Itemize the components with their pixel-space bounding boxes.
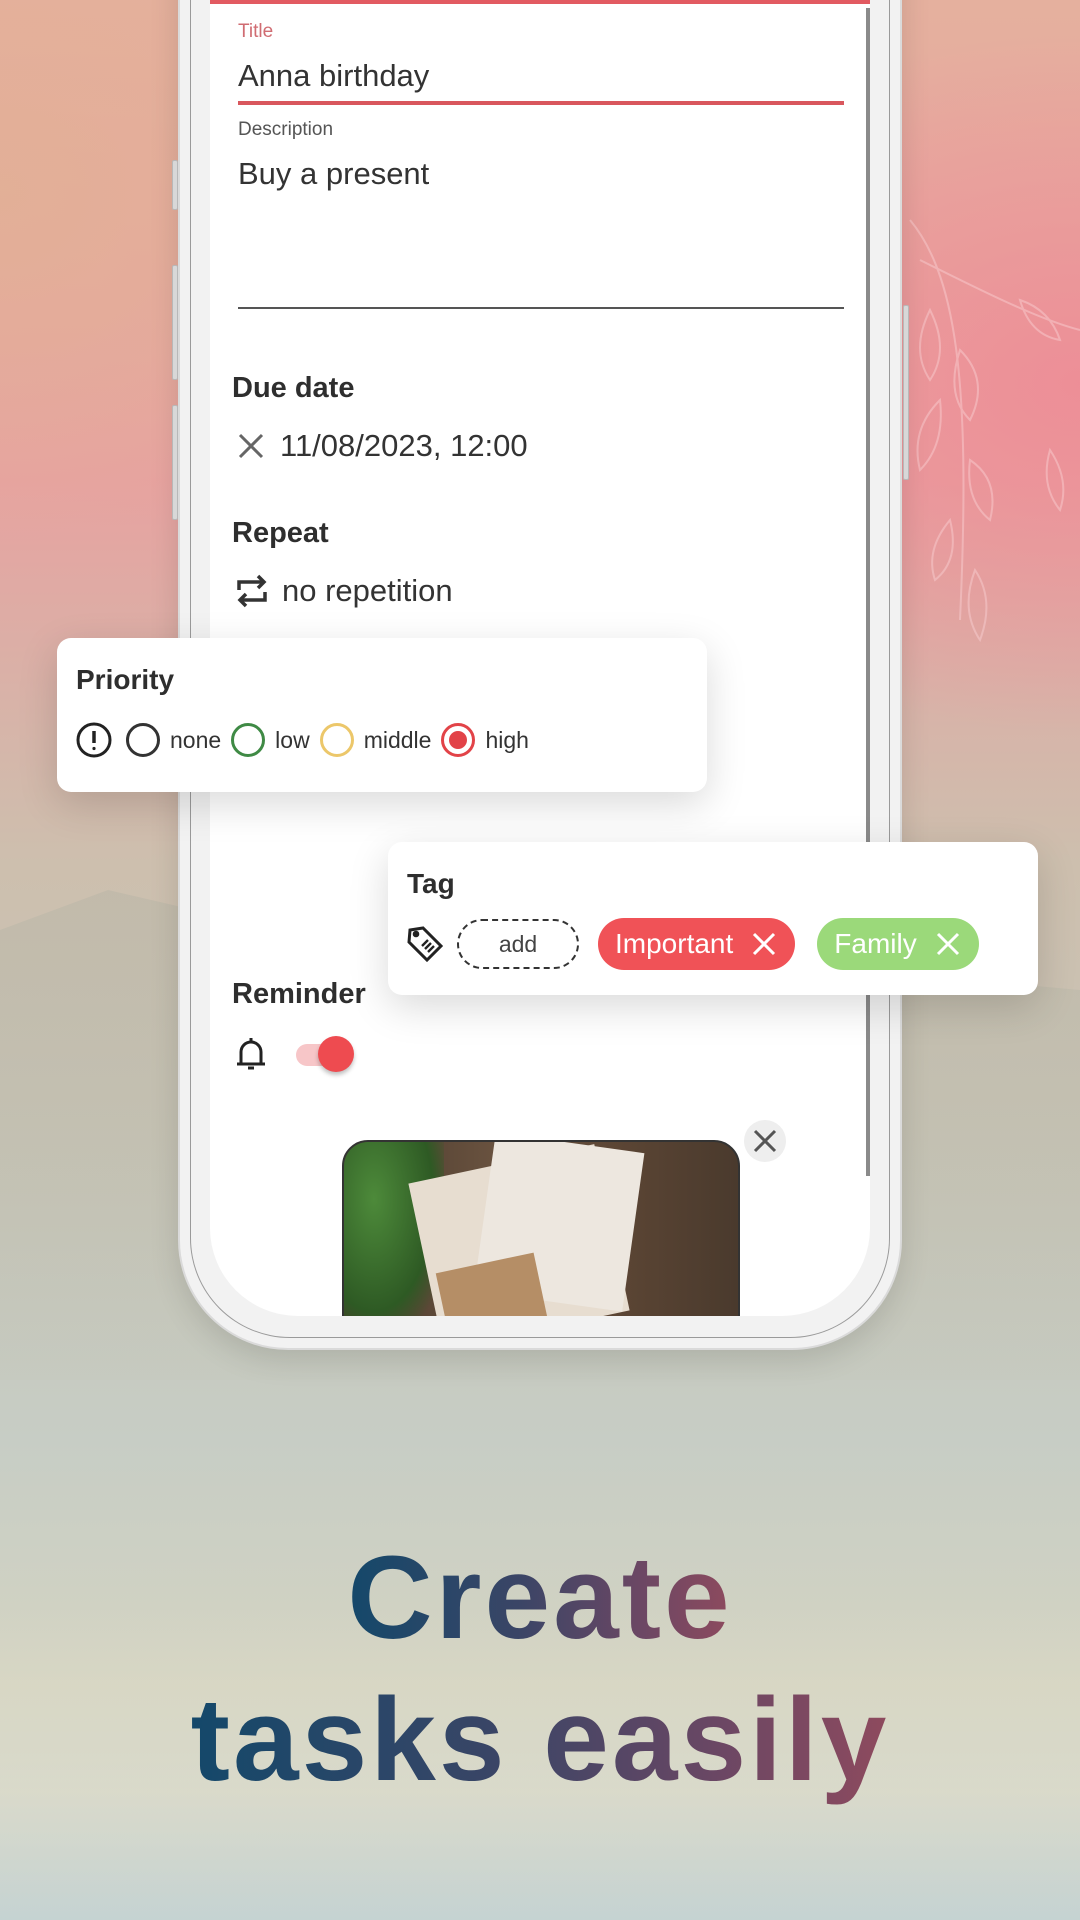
tag-card: Tag add Important Family [388, 842, 1038, 995]
repeat-heading: Repeat [232, 517, 329, 549]
phone-volume-down-button [172, 405, 178, 520]
title-input[interactable]: Anna birthday [238, 58, 429, 94]
priority-radio-middle[interactable] [319, 723, 354, 757]
close-icon [753, 1129, 777, 1153]
bell-icon [234, 1035, 268, 1073]
reminder-row [234, 1034, 356, 1074]
description-input[interactable]: Buy a present [238, 156, 429, 192]
close-icon[interactable] [751, 931, 777, 957]
title-label: Title [238, 21, 274, 42]
repeat-icon [236, 574, 268, 608]
title-underline [238, 101, 844, 105]
remove-attachment-button[interactable] [744, 1120, 786, 1162]
priority-radio-low[interactable] [231, 723, 266, 757]
tag-chip-label: Family [834, 928, 917, 959]
repeat-value[interactable]: no repetition [282, 573, 453, 609]
add-tag-button[interactable]: add [457, 919, 579, 969]
due-date-heading: Due date [232, 372, 355, 404]
priority-label-middle[interactable]: middle [364, 727, 432, 754]
due-date-value[interactable]: 11/08/2023, 12:00 [280, 428, 528, 464]
top-accent-bar [210, 0, 870, 4]
priority-radio-high[interactable] [441, 723, 476, 757]
reminder-heading: Reminder [232, 978, 366, 1010]
tag-chip-important[interactable]: Important [598, 918, 796, 970]
description-underline [238, 307, 844, 309]
priority-alert-icon [76, 722, 112, 758]
priority-card: Priority none low middle high [57, 638, 707, 792]
scrollbar[interactable] [866, 8, 870, 1176]
priority-options: none low middle high [76, 722, 539, 758]
priority-radio-none[interactable] [126, 723, 160, 757]
tag-chip-family[interactable]: Family [817, 918, 979, 970]
priority-label-low[interactable]: low [275, 727, 310, 754]
close-icon[interactable] [236, 431, 266, 461]
phone-power-button [903, 305, 909, 480]
tag-chip-label: Important [615, 928, 734, 959]
leaf-decoration [909, 219, 1080, 643]
headline-line-2: tasks easily [190, 1674, 890, 1806]
phone-volume-up-button [172, 265, 178, 380]
priority-label-none[interactable]: none [170, 727, 221, 754]
reminder-toggle[interactable] [296, 1034, 356, 1074]
attachment-photo[interactable] [342, 1140, 740, 1316]
repeat-row[interactable]: no repetition [236, 573, 453, 609]
headline-line-1: Create [347, 1532, 733, 1664]
description-label: Description [238, 119, 334, 140]
priority-heading: Priority [76, 664, 175, 695]
phone-side-button [172, 160, 178, 210]
tag-icon [407, 926, 443, 962]
due-date-row[interactable]: 11/08/2023, 12:00 [236, 428, 528, 464]
tag-heading: Tag [407, 868, 455, 899]
priority-label-high[interactable]: high [485, 727, 528, 754]
tag-row: add Important Family [407, 918, 979, 970]
close-icon[interactable] [935, 931, 961, 957]
